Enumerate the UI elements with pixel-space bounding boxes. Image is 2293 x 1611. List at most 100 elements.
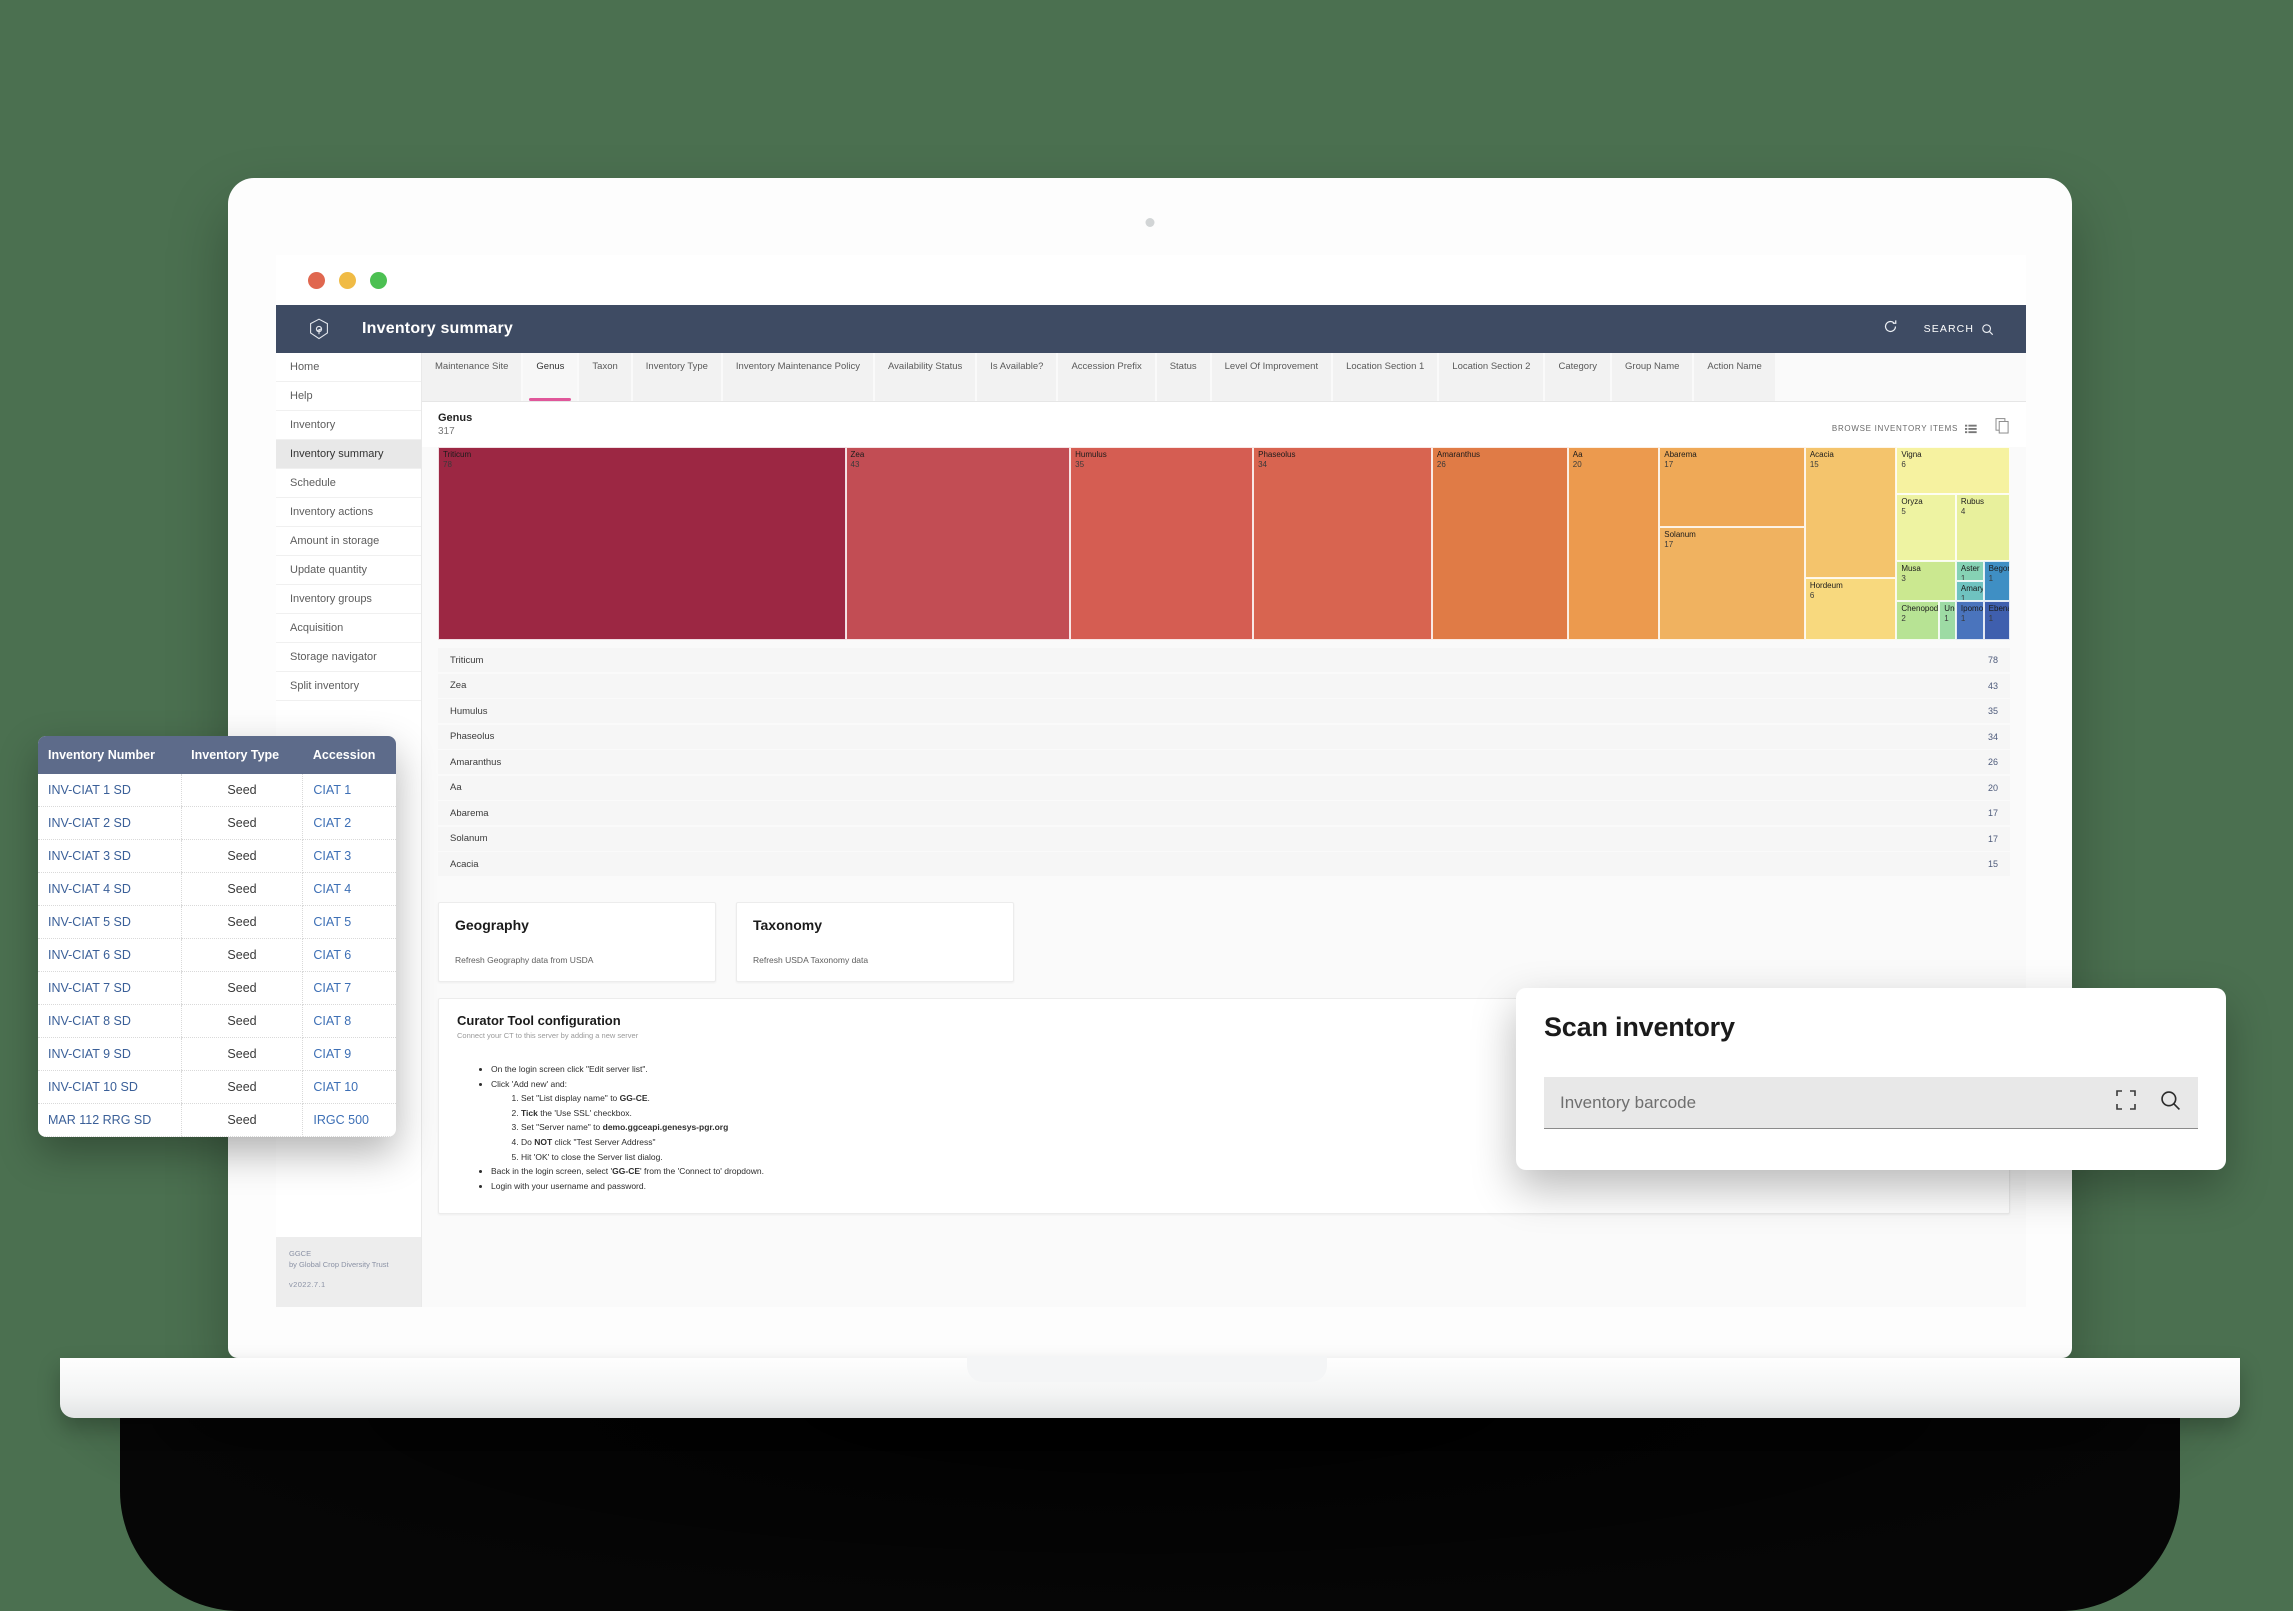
inventory-number-cell[interactable]: INV-CIAT 5 SD <box>38 905 182 939</box>
treemap-cell[interactable]: Abarema 17 <box>1659 447 1805 528</box>
sidebar-item-home[interactable]: Home <box>276 353 421 382</box>
treemap-cell[interactable]: Amaryllis1 <box>1955 581 1984 602</box>
treemap-cell[interactable]: Acacia 15 <box>1804 447 1897 579</box>
tab-status[interactable]: Status <box>1156 353 1212 401</box>
accession-cell[interactable]: CIAT 6 <box>302 938 396 972</box>
table-row[interactable]: INV-CIAT 4 SD Seed CIAT 4 <box>38 872 396 906</box>
treemap-cell[interactable]: Musa 3 <box>1896 560 1956 602</box>
sidebar-item-schedule[interactable]: Schedule <box>276 469 421 498</box>
tab-inventory-maintenance-policy[interactable]: Inventory Maintenance Policy <box>722 353 876 401</box>
sidebar-item-inventory-groups[interactable]: Inventory groups <box>276 585 421 614</box>
app-logo-icon[interactable] <box>276 318 362 340</box>
sidebar-item-acquisition[interactable]: Acquisition <box>276 614 421 643</box>
accession-cell[interactable]: CIAT 3 <box>302 839 396 873</box>
inventory-number-cell[interactable]: INV-CIAT 9 SD <box>38 1037 182 1071</box>
tab-maintenance-site[interactable]: Maintenance Site <box>422 353 524 401</box>
table-row[interactable]: INV-CIAT 10 SD Seed CIAT 10 <box>38 1070 396 1104</box>
inventory-number-cell[interactable]: MAR 112 RRG SD <box>38 1103 182 1137</box>
accession-cell[interactable]: CIAT 9 <box>302 1037 396 1071</box>
scan-search-icon[interactable] <box>2159 1089 2182 1117</box>
treemap-cell[interactable]: Humulus 35 <box>1070 447 1254 640</box>
treemap-cell[interactable]: Aa 20 <box>1567 447 1660 640</box>
treemap-cell[interactable]: Ebenaceae1 <box>1983 601 2010 640</box>
genus-list-item[interactable]: Solanum 17 <box>438 826 2010 851</box>
close-window-button[interactable] <box>308 271 325 289</box>
search-button[interactable]: SEARCH <box>1924 323 1994 336</box>
accession-cell[interactable]: CIAT 7 <box>302 971 396 1005</box>
tab-location-section-1[interactable]: Location Section 1 <box>1333 353 1440 401</box>
genus-list-item[interactable]: Zea 43 <box>438 673 2010 698</box>
tab-is-available-[interactable]: Is Available? <box>977 353 1059 401</box>
inventory-number-cell[interactable]: INV-CIAT 8 SD <box>38 1004 182 1038</box>
fullscreen-scan-icon[interactable] <box>2115 1089 2137 1116</box>
tab-inventory-type[interactable]: Inventory Type <box>632 353 723 401</box>
treemap-cell[interactable]: Solanum 17 <box>1659 527 1805 640</box>
accession-cell[interactable]: CIAT 1 <box>302 774 396 807</box>
inventory-number-cell[interactable]: INV-CIAT 7 SD <box>38 971 182 1005</box>
tab-availability-status[interactable]: Availability Status <box>875 353 978 401</box>
tab-taxon[interactable]: Taxon <box>579 353 633 401</box>
table-row[interactable]: MAR 112 RRG SD Seed IRGC 500 <box>38 1103 396 1137</box>
browse-inventory-items-button[interactable]: BROWSE INVENTORY ITEMS <box>1832 424 1977 434</box>
treemap-cell[interactable]: Oryza 5 <box>1896 494 1956 561</box>
treemap-cell[interactable]: Amaranthus 26 <box>1431 447 1568 640</box>
taxonomy-card[interactable]: Taxonomy Refresh USDA Taxonomy data <box>736 902 1014 982</box>
treemap-cell[interactable]: Triticum 78 <box>438 447 846 640</box>
genus-list-item[interactable]: Triticum 78 <box>438 648 2010 672</box>
inventory-number-cell[interactable]: INV-CIAT 3 SD <box>38 839 182 873</box>
treemap-cell[interactable]: Chenopodium2 <box>1896 601 1940 640</box>
treemap-cell[interactable]: Hordeum 6 <box>1804 578 1897 640</box>
inventory-number-cell[interactable]: INV-CIAT 1 SD <box>38 774 182 807</box>
sidebar-item-split-inventory[interactable]: Split inventory <box>276 672 421 701</box>
sidebar-item-inventory-summary[interactable]: Inventory summary <box>276 440 421 469</box>
treemap-cell[interactable]: Rubus 4 <box>1955 494 2010 561</box>
genus-list-item[interactable]: Acacia 15 <box>438 852 2010 876</box>
tab-level-of-improvement[interactable]: Level Of Improvement <box>1211 353 1334 401</box>
table-row[interactable]: INV-CIAT 5 SD Seed CIAT 5 <box>38 905 396 939</box>
inventory-number-cell[interactable]: INV-CIAT 4 SD <box>38 872 182 906</box>
table-row[interactable]: INV-CIAT 6 SD Seed CIAT 6 <box>38 938 396 972</box>
genus-list-item[interactable]: Aa 20 <box>438 775 2010 800</box>
inventory-number-cell[interactable]: INV-CIAT 2 SD <box>38 806 182 840</box>
table-row[interactable]: INV-CIAT 1 SD Seed CIAT 1 <box>38 774 396 807</box>
table-row[interactable]: INV-CIAT 2 SD Seed CIAT 2 <box>38 806 396 840</box>
table-column-header[interactable]: Inventory Type <box>181 736 303 774</box>
tab-action-name[interactable]: Action Name <box>1694 353 1777 401</box>
genus-list-item[interactable]: Phaseolus 34 <box>438 724 2010 749</box>
tab-genus[interactable]: Genus <box>523 353 580 401</box>
geography-card[interactable]: Geography Refresh Geography data from US… <box>438 902 716 982</box>
sidebar-item-storage-navigator[interactable]: Storage navigator <box>276 643 421 672</box>
scan-input-wrapper[interactable]: Inventory barcode <box>1544 1077 2198 1129</box>
treemap-cell[interactable]: Aster 1 <box>1955 560 1984 582</box>
treemap-cell[interactable]: Vigna 6 <box>1896 447 2010 495</box>
genus-treemap[interactable]: Triticum 78 Zea 43 Humulus 35 Phaseolus 34 Amara… <box>438 447 2010 640</box>
sidebar-item-amount-in-storage[interactable]: Amount in storage <box>276 527 421 556</box>
tab-location-section-2[interactable]: Location Section 2 <box>1439 353 1546 401</box>
inventory-number-cell[interactable]: INV-CIAT 10 SD <box>38 1070 182 1104</box>
genus-list-item[interactable]: Abarema 17 <box>438 801 2010 825</box>
copy-icon[interactable] <box>1995 418 2010 439</box>
table-column-header[interactable]: Inventory Number <box>38 736 182 774</box>
accession-cell[interactable]: CIAT 10 <box>302 1070 396 1104</box>
maximize-window-button[interactable] <box>370 271 387 289</box>
sidebar-item-help[interactable]: Help <box>276 382 421 411</box>
accession-cell[interactable]: IRGC 500 <box>302 1103 396 1137</box>
table-row[interactable]: INV-CIAT 8 SD Seed CIAT 8 <box>38 1004 396 1038</box>
treemap-cell[interactable]: Zea 43 <box>845 447 1071 640</box>
inventory-number-cell[interactable]: INV-CIAT 6 SD <box>38 938 182 972</box>
sidebar-item-inventory-actions[interactable]: Inventory actions <box>276 498 421 527</box>
inventory-barcode-input[interactable]: Inventory barcode <box>1560 1093 1696 1113</box>
accession-cell[interactable]: CIAT 5 <box>302 905 396 939</box>
accession-cell[interactable]: CIAT 2 <box>302 806 396 840</box>
accession-cell[interactable]: CIAT 8 <box>302 1004 396 1038</box>
table-row[interactable]: INV-CIAT 7 SD Seed CIAT 7 <box>38 971 396 1005</box>
treemap-cell[interactable]: Undetermined1 <box>1939 601 1956 640</box>
table-row[interactable]: INV-CIAT 3 SD Seed CIAT 3 <box>38 839 396 873</box>
genus-list-item[interactable]: Amaranthus 26 <box>438 750 2010 774</box>
sidebar-item-update-quantity[interactable]: Update quantity <box>276 556 421 585</box>
accession-cell[interactable]: CIAT 4 <box>302 872 396 906</box>
tab-accession-prefix[interactable]: Accession Prefix <box>1058 353 1157 401</box>
tab-group-name[interactable]: Group Name <box>1612 353 1695 401</box>
treemap-cell[interactable]: Begonia1 <box>1983 560 2010 602</box>
minimize-window-button[interactable] <box>339 271 356 289</box>
